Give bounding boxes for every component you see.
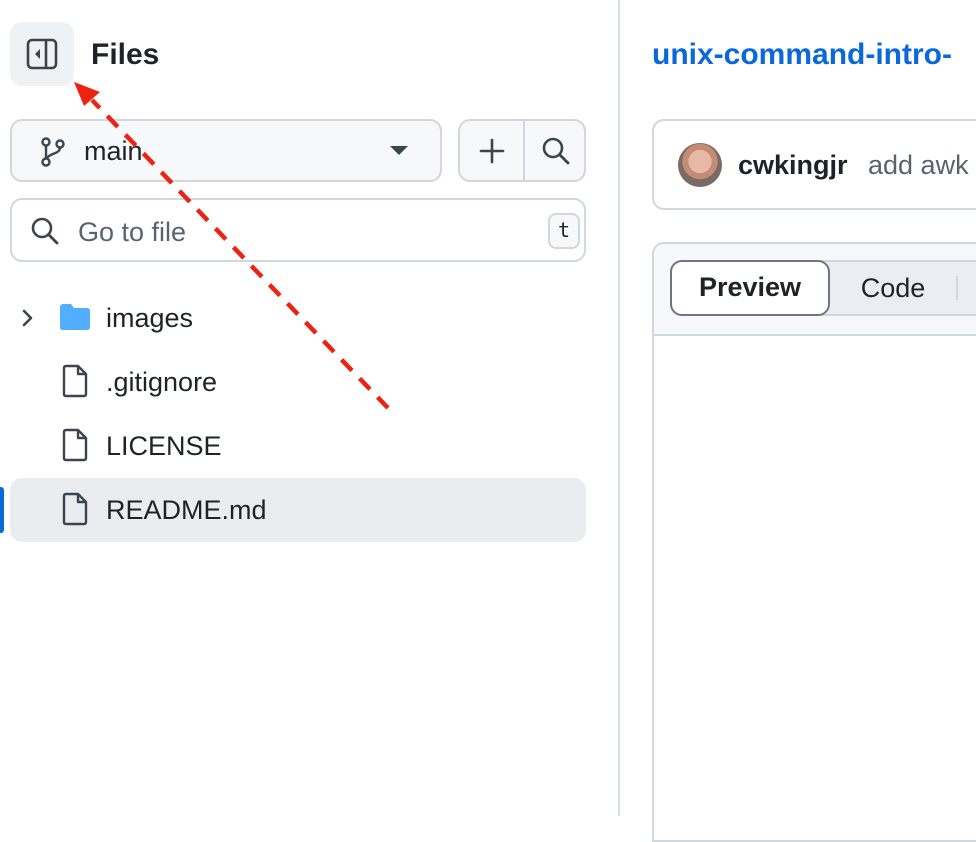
search-code-button[interactable] — [525, 121, 584, 180]
file-viewer: Preview Code — [652, 242, 976, 842]
repo-breadcrumb-link[interactable]: unix-command-intro- — [652, 36, 952, 74]
git-branch-icon — [41, 137, 65, 167]
file-icon — [62, 492, 88, 526]
commit-message[interactable]: add awk — [868, 148, 969, 182]
add-file-button[interactable] — [460, 121, 525, 180]
latest-commit-box: cwkingjr add awk — [652, 119, 976, 210]
shortcut-hint: t — [548, 213, 580, 249]
tree-item-label: LICENSE — [106, 431, 222, 461]
tree-item-file[interactable]: LICENSE — [10, 414, 586, 478]
file-viewer-header: Preview Code — [654, 244, 976, 336]
tab-code[interactable]: Code — [830, 262, 956, 314]
tree-item-file-selected[interactable]: README.md — [10, 478, 586, 542]
file-icon — [62, 364, 88, 398]
file-icon — [62, 428, 88, 462]
pane-divider[interactable] — [618, 0, 620, 816]
tree-item-label: README.md — [106, 495, 267, 525]
avatar[interactable] — [678, 143, 722, 187]
search-icon — [31, 217, 59, 245]
collapse-sidebar-button[interactable] — [10, 22, 74, 86]
tree-item-label: .gitignore — [106, 367, 218, 397]
branch-selector-button[interactable]: main — [10, 119, 442, 182]
commit-author[interactable]: cwkingjr — [738, 148, 848, 182]
tree-item-file[interactable]: .gitignore — [10, 350, 586, 414]
selected-item-marker — [0, 487, 4, 533]
branch-label: main — [84, 136, 143, 166]
caret-down-icon — [390, 146, 408, 155]
file-actions-group — [458, 119, 586, 182]
search-icon — [542, 137, 569, 164]
sidebar-collapse-icon — [26, 38, 58, 70]
tree-item-folder[interactable]: images — [10, 286, 586, 350]
chevron-right-icon — [22, 309, 33, 327]
tab-preview[interactable]: Preview — [670, 260, 830, 316]
plus-icon — [479, 138, 504, 163]
segment-divider — [956, 276, 958, 300]
sidebar-title: Files — [91, 38, 160, 71]
go-to-file-placeholder: Go to file — [78, 217, 187, 247]
go-to-file-input[interactable]: Go to file t — [10, 198, 586, 262]
view-mode-toggle: Preview Code — [670, 260, 976, 316]
tree-item-label: images — [106, 303, 194, 333]
folder-icon — [60, 304, 90, 330]
